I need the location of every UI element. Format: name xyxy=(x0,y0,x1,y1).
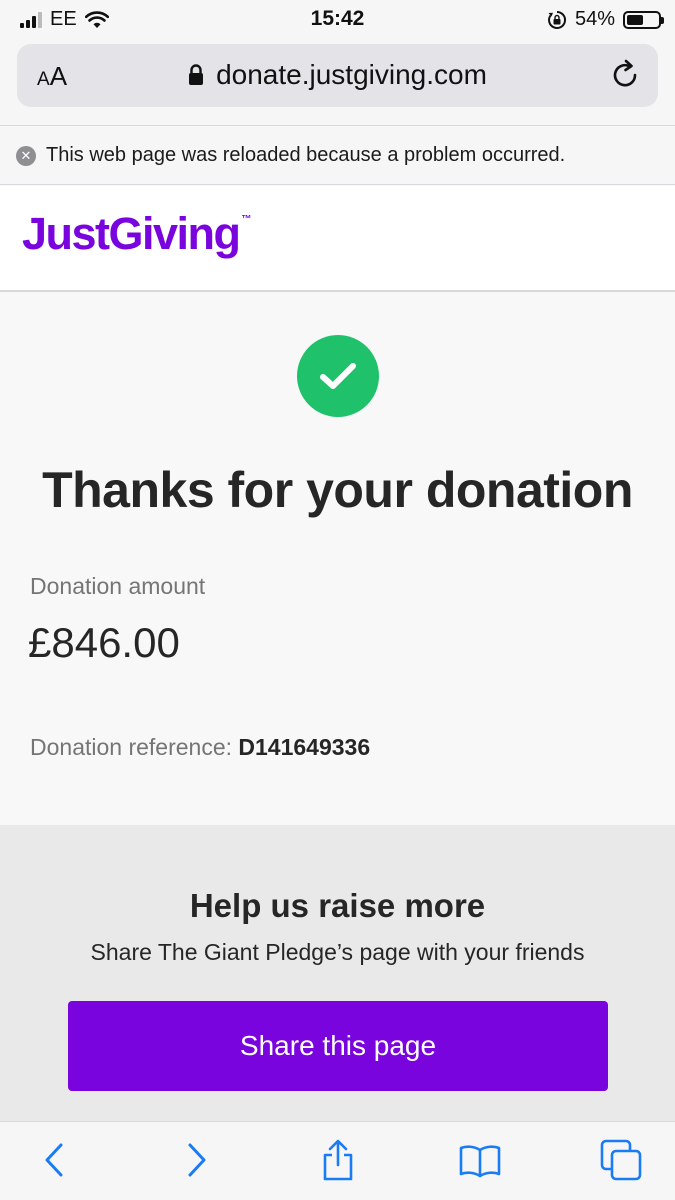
share-icon[interactable] xyxy=(316,1138,360,1182)
donation-amount-value: £846.00 xyxy=(28,619,180,666)
share-title: Help us raise more xyxy=(189,887,486,924)
reload-notice: ✕ This web page was reloaded because a p… xyxy=(0,127,675,185)
chevron-right-icon[interactable] xyxy=(174,1138,218,1182)
chevron-left-icon[interactable] xyxy=(33,1138,77,1182)
lock-icon xyxy=(189,64,204,85)
donation-amount-label: Donation amount xyxy=(30,573,206,599)
share-subtitle: Share The Giant Pledge’s page with your … xyxy=(90,939,585,965)
url-text: donate.justgiving.com xyxy=(216,59,487,90)
page-title: Thanks for your donation xyxy=(42,462,633,518)
success-check-icon xyxy=(297,335,379,417)
browser-toolbar xyxy=(0,1121,675,1200)
bookmarks-icon[interactable] xyxy=(458,1138,502,1182)
address-bar[interactable]: AA donate.justgiving.com xyxy=(17,44,658,107)
browser-address-area: AA donate.justgiving.com xyxy=(0,40,675,126)
share-page-button[interactable]: Share this page xyxy=(68,1001,608,1091)
share-section: Help us raise more Share The Giant Pledg… xyxy=(0,825,675,1121)
url-display[interactable]: donate.justgiving.com xyxy=(17,59,658,91)
battery-percent: 54% xyxy=(574,8,615,30)
close-icon[interactable]: ✕ xyxy=(16,145,36,166)
rotation-lock-icon xyxy=(548,10,566,29)
site-header: JustGiving ™ xyxy=(0,186,675,292)
justgiving-logo[interactable]: JustGiving ™ xyxy=(22,208,252,260)
donation-reference-label: Donation reference: xyxy=(30,734,239,760)
status-bar: EE 15:42 54% xyxy=(0,0,675,40)
battery-icon xyxy=(623,10,664,29)
donation-confirmation: Thanks for your donation Donation amount… xyxy=(0,293,675,824)
status-right: 54% xyxy=(547,8,664,31)
donation-reference: Donation reference: D141649336 xyxy=(30,734,370,761)
notice-text: This web page was reloaded because a pro… xyxy=(46,144,566,166)
donation-reference-value: D141649336 xyxy=(238,734,371,760)
tabs-icon[interactable] xyxy=(599,1138,643,1182)
reload-icon[interactable] xyxy=(608,58,642,92)
